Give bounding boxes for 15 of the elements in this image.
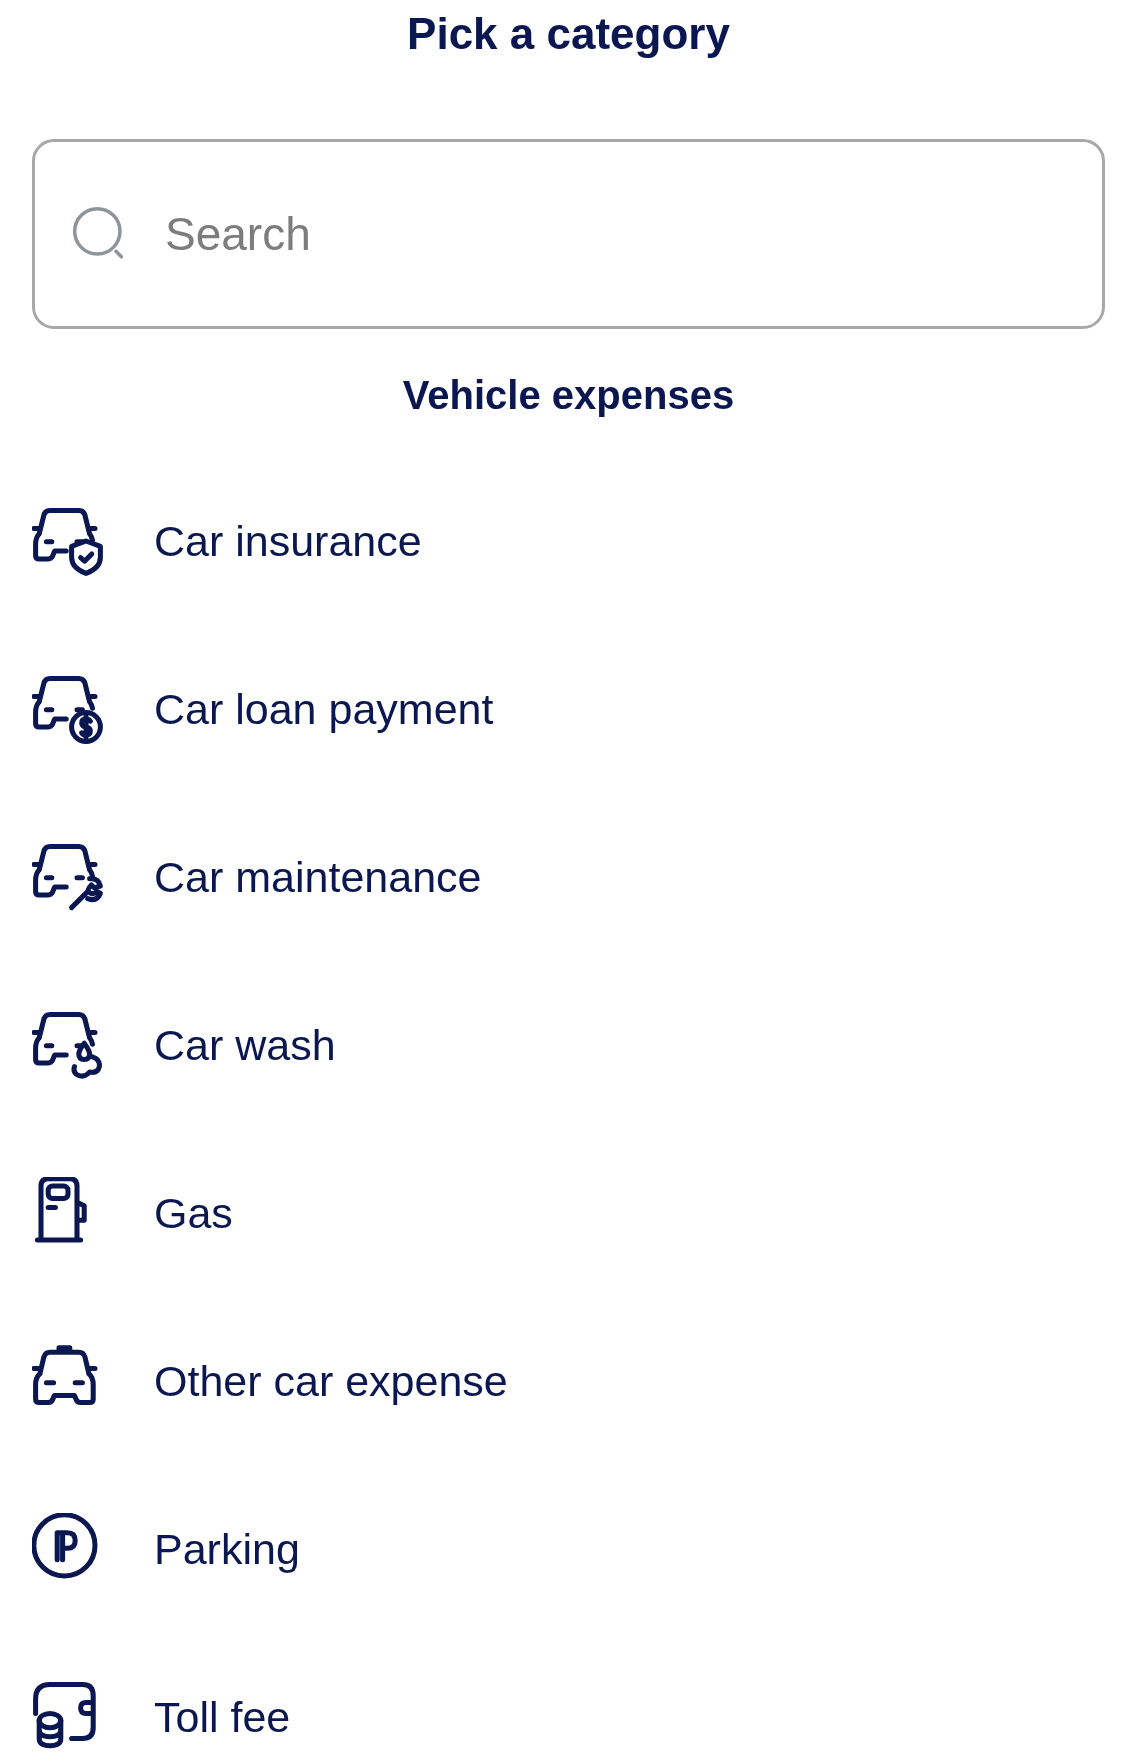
category-item[interactable]: Car maintenance (32, 793, 1105, 961)
category-item[interactable]: Car insurance (32, 457, 1105, 625)
search-field[interactable]: Search (32, 139, 1105, 329)
category-item[interactable]: Parking (32, 1465, 1105, 1633)
car-shield-icon (32, 505, 104, 577)
category-item[interactable]: Gas (32, 1129, 1105, 1297)
car-drop-icon (32, 1009, 104, 1081)
category-item[interactable]: Other car expense (32, 1297, 1105, 1465)
page-title: Pick a category (407, 8, 730, 60)
category-item[interactable]: Car loan payment (32, 625, 1105, 793)
category-item[interactable]: Car wash (32, 961, 1105, 1129)
section-heading: Vehicle expenses (402, 372, 735, 419)
car-wrench-icon (32, 841, 104, 913)
category-item[interactable]: Toll fee (32, 1633, 1105, 1761)
car-dollar-icon (32, 673, 104, 745)
